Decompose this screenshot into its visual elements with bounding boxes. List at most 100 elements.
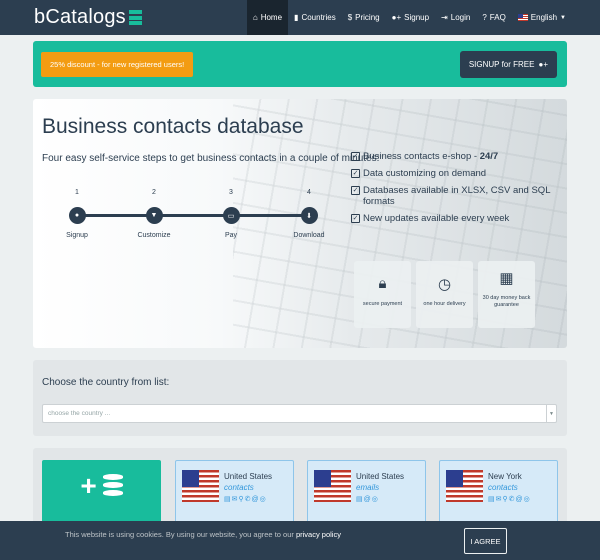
step-signup: 1 ● Signup [47,189,107,239]
brand-icon [128,10,142,25]
checkbox-icon: ✓ [351,214,360,223]
nav-signup-label: Signup [404,13,430,22]
signup-free-button[interactable]: SIGNUP for FREE ●+ [459,51,557,78]
delivery-badge: ◷ one hour delivery [416,261,473,328]
login-icon: ⇥ [441,13,448,22]
steps-timeline: 1 ● Signup 2 ▼ Customize 3 ▭ Pay 4 ⬇ Dow… [47,189,327,249]
us-flag-icon [446,470,483,502]
product-card[interactable]: United States emails ▤@◎ [307,460,426,528]
calendar-icon: ▦ [499,270,514,287]
hero-title: Business contacts database [42,115,304,138]
hero-subtitle: Four easy self-service steps to get busi… [42,153,380,164]
cookie-message: This website is using cookies. By using … [65,530,296,539]
step-customize: 2 ▼ Customize [124,189,184,239]
top-navbar: bCatalogs ⌂ Home ▮ Countries $ Pricing ●… [0,0,600,35]
main-nav: ⌂ Home ▮ Countries $ Pricing ●+ Signup ⇥… [246,0,572,35]
nav-countries-label: Countries [301,13,336,22]
feature-text: New updates available every week [363,213,510,224]
step-label: Customize [137,232,171,239]
filter-icon: ▼ [145,207,163,224]
hero-section: Business contacts database Four easy sel… [33,99,567,348]
product-card[interactable]: New York contacts ▤✉⚲✆@◎ [439,460,558,528]
product-kind[interactable]: contacts [488,483,518,492]
country-chooser: Choose the country from list: choose the… [33,360,567,436]
step-download: 4 ⬇ Download [279,189,339,239]
clock-icon: ◷ [437,276,452,293]
nav-pricing-label: Pricing [355,13,380,22]
cookie-banner: This website is using cookies. By using … [0,521,600,560]
country-select[interactable]: choose the country ... ▼ [42,404,557,423]
user-plus-icon: ●+ [538,60,548,69]
step-label: Signup [66,232,88,239]
download-icon: ⬇ [300,207,318,224]
map-icon: ▮ [294,13,299,22]
step-label: Pay [224,232,238,239]
feature-item: ✓ New updates available every week [351,213,551,224]
contact-fields-icons: ▤✉⚲✆@◎ [224,496,267,503]
product-kind[interactable]: contacts [224,483,254,492]
product-cards: + United States contacts ▤✉⚲✆@◎ United S… [33,448,567,528]
steps-line [74,214,306,217]
checkbox-icon: ✓ [351,186,360,195]
user-plus-icon: ● [68,207,86,224]
promo-bar: 25% discount - for new registered users!… [33,41,567,87]
user-plus-icon: ●+ [391,13,402,22]
country-title: Choose the country from list: [42,377,170,388]
nav-language[interactable]: English ▼ [512,0,572,35]
plus-icon: + [80,470,97,501]
signup-free-label: SIGNUP for FREE [468,60,535,69]
feature-item: ✓ Business contacts e-shop - 24/7 [351,151,551,162]
nav-home-label: Home [260,13,283,22]
step-pay: 3 ▭ Pay [201,189,261,239]
agree-button[interactable]: I AGREE [464,528,507,554]
caret-down-icon: ▼ [560,14,566,21]
feature-text: Data customizing on demand [363,168,487,179]
product-country: United States [224,472,273,481]
feature-item: ✓ Data customizing on demand [351,168,551,179]
home-icon: ⌂ [252,13,258,22]
nav-faq-label: FAQ [489,13,506,22]
flag-icon [517,14,528,21]
discount-badge: 25% discount - for new registered users! [41,52,194,77]
feature-text: Business contacts e-shop - [363,151,480,162]
product-card[interactable]: United States contacts ▤✉⚲✆@◎ [175,460,294,528]
add-database-card[interactable]: + [42,460,161,528]
chevron-down-icon[interactable]: ▼ [546,405,556,422]
nav-login-label: Login [450,13,471,22]
country-select-placeholder: choose the country ... [48,410,111,417]
secure-payment-badge: 🔒︎ secure payment [354,261,411,328]
dollar-icon: $ [347,13,353,22]
feature-item: ✓ Databases available in XLSX, CSV and S… [351,185,551,207]
privacy-policy-link[interactable]: privacy policy [296,530,341,539]
step-number: 3 [229,189,233,196]
badge-label: one hour delivery [423,301,466,307]
contact-fields-icons: ▤✉⚲✆@◎ [488,496,531,503]
brand-name[interactable]: bCatalogs [34,6,126,29]
database-icon [102,474,123,498]
badge-label: secure payment [362,301,403,307]
badge-label: 30 day money back guarantee [482,295,531,308]
credit-card-icon: ▭ [222,207,240,224]
nav-countries[interactable]: ▮ Countries [288,0,342,35]
step-number: 4 [307,189,311,196]
step-number: 1 [75,189,79,196]
nav-signup[interactable]: ●+ Signup [386,0,435,35]
cookie-text: This website is using cookies. By using … [65,530,341,539]
nav-faq[interactable]: ? FAQ [476,0,511,35]
contact-fields-icons: ▤@◎ [356,496,379,503]
feature-list: ✓ Business contacts e-shop - 24/7 ✓ Data… [351,151,551,230]
lock-icon: 🔒︎ [378,275,387,292]
product-kind[interactable]: emails [356,483,379,492]
nav-home[interactable]: ⌂ Home [246,0,289,35]
us-flag-icon [314,470,351,502]
brand-logo[interactable]: bCatalogs [34,6,142,29]
guarantee-badges: 🔒︎ secure payment ◷ one hour delivery ▦ … [354,261,535,328]
us-flag-icon [182,470,219,502]
nav-login[interactable]: ⇥ Login [435,0,476,35]
step-number: 2 [152,189,156,196]
nav-language-label: English [530,13,558,22]
nav-pricing[interactable]: $ Pricing [342,0,386,35]
feature-text: Databases available in XLSX, CSV and SQL… [363,185,551,207]
checkbox-icon: ✓ [351,169,360,178]
step-label: Download [293,232,325,239]
